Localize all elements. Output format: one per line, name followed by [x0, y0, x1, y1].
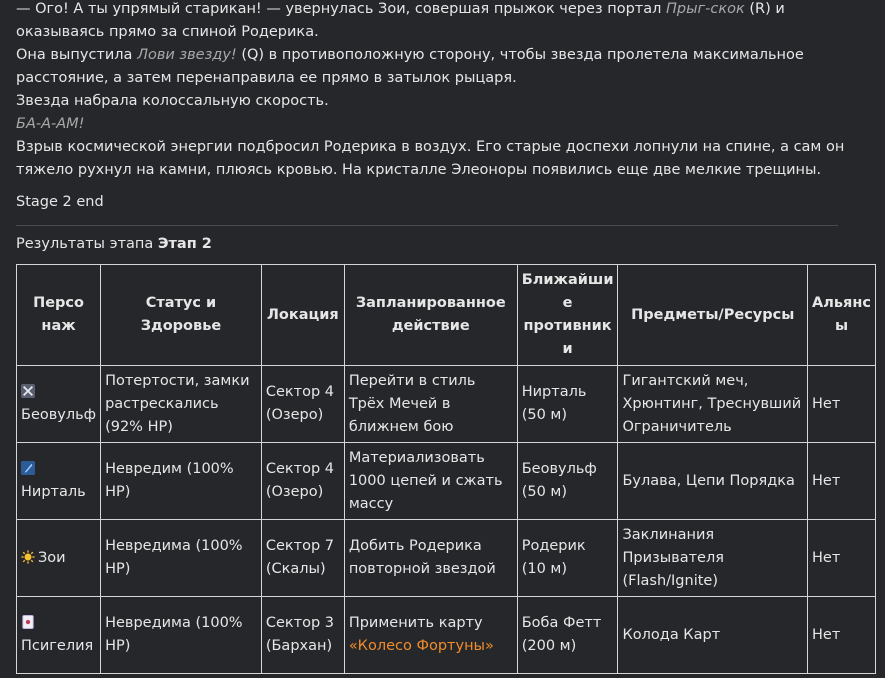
cell-nearest: Родерик (10 м) — [516, 519, 619, 597]
story-paragraph-3: Звезда набрала колоссальную скорость. — [16, 93, 329, 109]
header-location: Локация — [260, 264, 345, 366]
table-row: Беовульф Потертости, замки растрескались… — [15, 365, 876, 443]
cell-location: Сектор 7 (Скалы) — [260, 519, 345, 597]
cell-character: Зои — [15, 519, 102, 597]
crossed-swords-icon — [21, 384, 35, 398]
results-title-prefix: Результаты этапа — [16, 236, 158, 252]
header-nearest: Ближайши е противник и — [516, 264, 619, 366]
cell-alliances: Нет — [807, 519, 876, 597]
header-character: Персо наж — [15, 264, 102, 366]
cell-items: Гигантский меч, Хрюнтинг, Треснувший Огр… — [617, 365, 809, 443]
story-sound-effect: БА-А-АМ! — [16, 116, 85, 132]
table-row: Нирталь Невредим (100% HP) Сектор 4 (Озе… — [15, 442, 876, 520]
results-title: Результаты этапа Этап 2 — [16, 233, 876, 256]
playing-card-icon — [22, 615, 34, 629]
character-name: Зои — [38, 549, 66, 566]
header-planned: Запланированное действие — [343, 264, 518, 366]
feather-pen-icon — [21, 461, 35, 475]
header-items: Предметы/Ресурсы — [617, 264, 809, 366]
cell-status: Потертости, замки растрескались (92% HP) — [100, 365, 262, 443]
cell-character: Псигелия — [15, 596, 102, 674]
cell-status: Невредима (100% HP) — [100, 596, 262, 674]
skill-name: Прыг-скок — [666, 1, 745, 17]
cell-planned: Добить Родерика повторной звездой — [343, 519, 518, 597]
cell-alliances: Нет — [807, 365, 876, 443]
cell-alliances: Нет — [807, 442, 876, 520]
header-status: Статус и Здоровье — [100, 264, 262, 366]
sun-icon — [21, 549, 35, 564]
cell-status: Невредим (100% HP) — [100, 442, 262, 520]
cell-character: Нирталь — [15, 442, 102, 520]
table-header-row: Персо наж Статус и Здоровье Локация Запл… — [15, 264, 876, 366]
story-text: — Ого! А ты упрямый старикан! — увернула… — [16, 1, 666, 17]
story-text: Она выпустила — [16, 47, 138, 63]
cell-planned: Применить карту «Колесо Фортуны» — [343, 596, 518, 674]
cell-location: Сектор 4 (Озеро) — [260, 365, 345, 443]
cell-character: Беовульф — [15, 365, 102, 443]
cell-nearest: Беовульф (50 м) — [516, 442, 619, 520]
planned-text: Применить карту — [348, 615, 483, 631]
cell-nearest: Нирталь (50 м) — [516, 365, 619, 443]
cell-location: Сектор 4 (Озеро) — [260, 442, 345, 520]
stage-end-label: Stage 2 end — [16, 194, 104, 210]
results-title-stage: Этап 2 — [157, 236, 212, 252]
cell-nearest: Боба Фетт (200 м) — [516, 596, 619, 674]
character-name: Нирталь — [21, 484, 86, 500]
cell-status: Невредима (100% HP) — [100, 519, 262, 597]
cell-alliances: Нет — [807, 596, 876, 674]
header-alliances: Альянс ы — [807, 264, 876, 366]
results-table: Персо наж Статус и Здоровье Локация Запл… — [15, 264, 876, 674]
table-row: Псигелия Невредима (100% HP) Сектор 3 (Б… — [15, 596, 876, 674]
table-row: Зои Невредима (100% HP) Сектор 7 (Скалы)… — [15, 519, 876, 597]
cell-items: Колода Карт — [617, 596, 809, 674]
cell-items: Булава, Цепи Порядка — [617, 442, 809, 520]
character-name: Беовульф — [21, 407, 97, 423]
cell-planned: Перейти в стиль Трёх Мечей в ближнем бою — [343, 365, 518, 443]
card-name: «Колесо Фортуны» — [348, 638, 494, 654]
story-paragraph-2: Она выпустила Лови звезду! (Q) в противо… — [16, 44, 876, 90]
cell-planned: Материализовать 1000 цепей и сжать массу — [343, 442, 518, 520]
cell-location: Сектор 3 (Бархан) — [260, 596, 345, 674]
story-paragraph-5: Взрыв космической энергии подбросил Роде… — [16, 139, 845, 178]
skill-name: Лови звезду! — [137, 47, 237, 63]
character-name: Псигелия — [21, 638, 94, 654]
cell-items: Заклинания Призывателя (Flash/Ignite) — [617, 519, 809, 597]
story-paragraph-1: — Ого! А ты упрямый старикан! — увернула… — [16, 0, 876, 44]
chat-message: — Ого! А ты упрямый старикан! — увернула… — [15, 0, 876, 674]
divider — [16, 225, 838, 226]
